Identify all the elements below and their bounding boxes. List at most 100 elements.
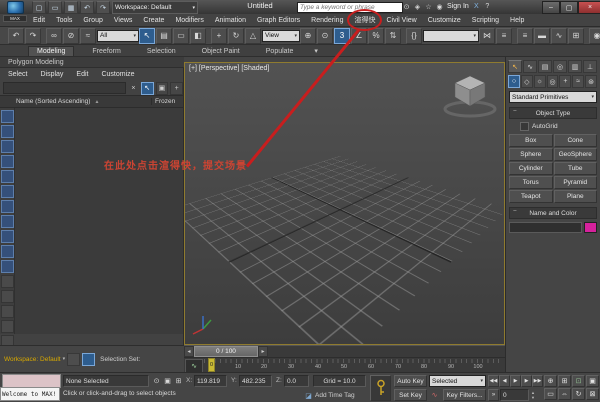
filter-icon[interactable] — [0, 245, 14, 258]
ribbon-toggle-button[interactable]: ▬ — [534, 27, 550, 44]
reference-coordsys-dropdown[interactable]: View ▾ — [262, 29, 300, 42]
mirror-button[interactable]: ⋈ — [479, 27, 495, 44]
pan-button[interactable]: ⇔ — [558, 388, 571, 400]
category-systems[interactable]: ⊛ — [585, 75, 598, 88]
ribbon-tab-selection[interactable]: Selection — [139, 47, 184, 56]
cone-button[interactable]: Cone — [553, 134, 597, 147]
explorer-pick-icon[interactable]: + — [170, 81, 184, 95]
selection-lock-toggle-icon[interactable]: ▣ — [162, 375, 173, 386]
auto-key-button[interactable]: Auto Key — [394, 375, 427, 387]
menu-civil-view[interactable]: Civil View — [386, 17, 416, 24]
category-cameras[interactable]: ◎ — [546, 75, 559, 88]
ribbon-tab-modeling[interactable]: Modeling — [28, 46, 75, 56]
category-shapes[interactable]: ◇ — [520, 75, 533, 88]
menu-animation[interactable]: Animation — [215, 17, 246, 24]
object-color-swatch[interactable] — [584, 222, 597, 233]
maximize-button[interactable]: ▢ — [560, 1, 578, 14]
current-frame-field[interactable]: 0 — [500, 389, 529, 401]
default-in-out-tangent-icon[interactable]: ∿ — [429, 389, 440, 400]
y-coordinate-field[interactable]: 482.235 — [239, 375, 272, 387]
exchange-apps-icon[interactable]: X — [471, 1, 482, 12]
previous-frame-button[interactable]: ◀ — [499, 375, 510, 387]
teapot-button[interactable]: Teapot — [509, 190, 553, 203]
sign-in-link[interactable]: Sign In — [447, 3, 469, 10]
torus-button[interactable]: Torus — [509, 176, 553, 189]
plane-button[interactable]: Plane — [553, 190, 597, 203]
scene-explorer-list[interactable] — [0, 108, 183, 348]
name-and-color-rollout[interactable]: − Name and Color — [509, 207, 597, 219]
select-rotate-button[interactable]: ↻ — [228, 27, 244, 44]
undo-icon[interactable]: ↶ — [80, 1, 94, 14]
redo-icon[interactable]: ↷ — [96, 1, 110, 14]
filter-icon[interactable] — [0, 290, 14, 303]
filter-icon[interactable] — [0, 185, 14, 198]
viewcube[interactable] — [442, 69, 498, 119]
filter-icon[interactable] — [0, 215, 14, 228]
tube-button[interactable]: Tube — [553, 162, 597, 175]
se-menu-edit[interactable]: Edit — [76, 71, 88, 78]
category-helpers[interactable]: + — [559, 75, 572, 88]
se-menu-display[interactable]: Display — [40, 71, 63, 78]
filter-icon[interactable] — [0, 275, 14, 288]
unlink-icon[interactable]: ⊘ — [63, 27, 79, 44]
autogrid-checkbox[interactable] — [520, 122, 529, 131]
sphere-button[interactable]: Sphere — [509, 148, 553, 161]
tab-display[interactable]: ▥ — [568, 60, 582, 73]
new-scene-icon[interactable]: ▢ — [32, 1, 46, 14]
pyramid-button[interactable]: Pyramid — [553, 176, 597, 189]
workspace-dropdown[interactable]: Workspace: Default ▾ — [112, 1, 198, 14]
go-to-start-button[interactable]: ◀◀ — [488, 375, 499, 387]
next-frame-button[interactable]: ▸ — [258, 346, 268, 357]
select-link-icon[interactable]: ∞ — [46, 27, 62, 44]
viewport-label[interactable]: [+] [Perspective] [Shaded] — [189, 65, 269, 72]
se-menu-customize[interactable]: Customize — [101, 71, 134, 78]
set-key-big-button[interactable] — [370, 375, 391, 401]
mini-curve-editor-icon[interactable]: ∿ — [185, 359, 203, 373]
menu-views[interactable]: Views — [114, 17, 133, 24]
curve-editor-button[interactable]: ∿ — [551, 27, 567, 44]
se-menu-select[interactable]: Select — [8, 71, 27, 78]
tab-create[interactable]: ↖ — [508, 60, 522, 73]
key-mode-toggle[interactable]: » — [488, 389, 499, 401]
cylinder-button[interactable]: Cylinder — [509, 162, 553, 175]
column-frozen-header[interactable]: Frozen — [151, 98, 183, 105]
set-key-button[interactable]: Set Key — [394, 389, 427, 401]
edit-named-sets-button[interactable]: {} — [406, 27, 422, 44]
selection-lock-icon[interactable] — [82, 352, 96, 366]
user-icon[interactable]: ◉ — [434, 1, 445, 12]
menu-edit[interactable]: Edit — [33, 17, 45, 24]
maxscript-mini-listener-output[interactable]: Welcome to MAX! — [0, 387, 60, 401]
undo-button[interactable]: ↶ — [8, 27, 24, 44]
open-file-icon[interactable]: ▭ — [48, 1, 62, 14]
close-button[interactable]: × — [578, 1, 600, 14]
use-selection-center-button[interactable]: ⊙ — [317, 27, 333, 44]
category-lights[interactable]: ☼ — [533, 75, 546, 88]
geosphere-button[interactable]: GeoSphere — [553, 148, 597, 161]
menu-tools[interactable]: Tools — [56, 17, 72, 24]
menu-create[interactable]: Create — [143, 17, 164, 24]
ribbon-minimize-icon[interactable]: ▾ — [311, 46, 321, 56]
tab-utilities[interactable]: ⊥ — [583, 60, 597, 73]
menu-modifiers[interactable]: Modifiers — [175, 17, 203, 24]
menu-scripting[interactable]: Scripting — [472, 17, 499, 24]
box-button[interactable]: Box — [509, 134, 553, 147]
menu-rendering[interactable]: Rendering — [311, 17, 343, 24]
object-name-field[interactable] — [509, 222, 583, 233]
explorer-lock-icon[interactable]: ▣ — [155, 81, 169, 95]
selection-region-button[interactable]: ▭ — [173, 27, 189, 44]
key-filters-button[interactable]: Key Filters... — [443, 389, 486, 401]
keyword-search-input[interactable] — [297, 2, 403, 13]
filter-icon[interactable] — [0, 320, 14, 333]
time-slider-handle[interactable]: 0 / 100 — [194, 346, 258, 357]
use-pivot-center-button[interactable]: ⊕ — [300, 27, 316, 44]
material-editor-button[interactable]: ◉ — [589, 27, 600, 44]
selection-filter-dropdown[interactable]: All ▾ — [97, 29, 139, 42]
tab-hierarchy[interactable]: ▤ — [538, 60, 552, 73]
menu-customize[interactable]: Customize — [428, 17, 461, 24]
minimize-button[interactable]: – — [542, 1, 560, 14]
select-move-button[interactable]: + — [211, 27, 227, 44]
add-time-tag[interactable]: Add Time Tag — [315, 392, 355, 399]
layer-manager-button[interactable]: ≡ — [517, 27, 533, 44]
next-frame-button[interactable]: ▶ — [521, 375, 532, 387]
current-frame-marker[interactable]: 0 — [208, 358, 215, 372]
